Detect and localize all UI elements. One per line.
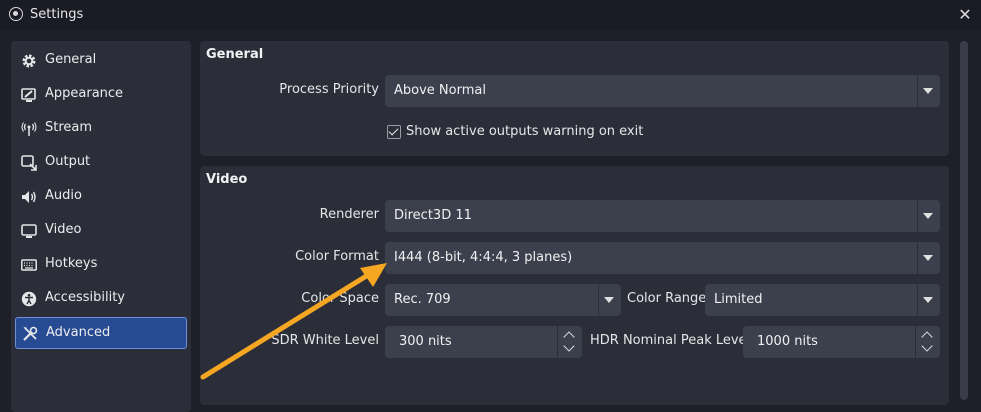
renderer-label: Renderer: [319, 207, 379, 222]
chevron-down-icon[interactable]: [921, 340, 933, 352]
title-bar: Settings ✕: [0, 0, 981, 30]
chevron-down-icon[interactable]: [563, 340, 575, 352]
color-range-value: Limited: [714, 292, 763, 307]
sdr-white-level-spinbox[interactable]: 300 nits: [385, 326, 582, 358]
sidebar-item-audio[interactable]: Audio: [15, 181, 187, 213]
chevron-down-icon: [923, 255, 933, 261]
monitor-icon: [21, 224, 37, 238]
color-range-label: Color Range: [627, 291, 707, 306]
sidebar-item-label: Output: [45, 154, 91, 169]
hdr-nominal-peak-spinbox[interactable]: 1000 nits: [743, 326, 940, 358]
tools-icon: [23, 326, 38, 341]
chevron-down-icon: [923, 88, 933, 94]
window-title: Settings: [30, 7, 84, 22]
speaker-icon: [22, 191, 36, 203]
output-icon: [21, 155, 37, 171]
color-format-select[interactable]: I444 (8-bit, 4:4:4, 3 planes): [385, 242, 940, 274]
chevron-down-icon: [923, 213, 933, 219]
color-space-label: Color Space: [301, 291, 379, 306]
sidebar-item-label: Video: [45, 222, 82, 237]
show-warning-label: Show active outputs warning on exit: [406, 124, 644, 139]
sidebar-item-accessibility[interactable]: Accessibility: [15, 283, 187, 315]
sdr-white-level-label: SDR White Level: [271, 333, 379, 348]
process-priority-label: Process Priority: [279, 82, 379, 97]
sidebar-item-label: Audio: [45, 188, 82, 203]
process-priority-select[interactable]: Above Normal: [385, 75, 940, 107]
color-range-select[interactable]: Limited: [705, 284, 940, 316]
sidebar-item-advanced[interactable]: Advanced: [15, 317, 187, 349]
sidebar-item-label: Stream: [45, 120, 93, 135]
renderer-value: Direct3D 11: [394, 208, 472, 223]
sidebar-item-label: Appearance: [45, 86, 124, 101]
section-title: General: [206, 47, 264, 62]
show-warning-checkbox[interactable]: [387, 125, 401, 139]
sdr-white-level-value: 300 nits: [399, 334, 452, 349]
antenna-icon: [21, 122, 37, 136]
sidebar-item-stream[interactable]: Stream: [15, 113, 187, 145]
gear-icon: [22, 54, 36, 68]
keyboard-icon: [21, 259, 37, 271]
sidebar-item-video[interactable]: Video: [15, 215, 187, 247]
sidebar-item-hotkeys[interactable]: Hotkeys: [15, 249, 187, 281]
vertical-scrollbar[interactable]: [960, 41, 968, 400]
settings-sidebar: General Appearance Stream Output Audio V…: [11, 41, 191, 412]
general-section: General Process Priority Above Normal Sh…: [200, 41, 949, 156]
color-space-select[interactable]: Rec. 709: [385, 284, 621, 316]
sidebar-item-general[interactable]: General: [15, 45, 187, 77]
video-section: Video Renderer Direct3D 11 Color Format …: [200, 166, 949, 405]
sidebar-item-output[interactable]: Output: [15, 147, 187, 179]
close-icon[interactable]: ✕: [953, 3, 977, 27]
chevron-down-icon: [923, 297, 933, 303]
hdr-nominal-peak-label: HDR Nominal Peak Level: [590, 333, 751, 348]
section-title: Video: [206, 172, 248, 187]
obs-logo-icon: [9, 7, 23, 21]
process-priority-value: Above Normal: [394, 83, 486, 98]
hdr-nominal-peak-value: 1000 nits: [757, 334, 818, 349]
accessibility-icon: [21, 291, 37, 307]
sidebar-item-label: Accessibility: [45, 290, 125, 305]
chevron-down-icon: [604, 297, 614, 303]
sidebar-item-label: Advanced: [46, 325, 111, 340]
sidebar-item-appearance[interactable]: Appearance: [15, 79, 187, 111]
sidebar-item-label: Hotkeys: [45, 256, 98, 271]
renderer-select[interactable]: Direct3D 11: [385, 200, 940, 232]
color-format-label: Color Format: [295, 249, 379, 264]
monitor-brush-icon: [21, 88, 36, 102]
color-space-value: Rec. 709: [394, 292, 451, 307]
sidebar-item-label: General: [45, 52, 97, 67]
color-format-value: I444 (8-bit, 4:4:4, 3 planes): [394, 250, 573, 265]
